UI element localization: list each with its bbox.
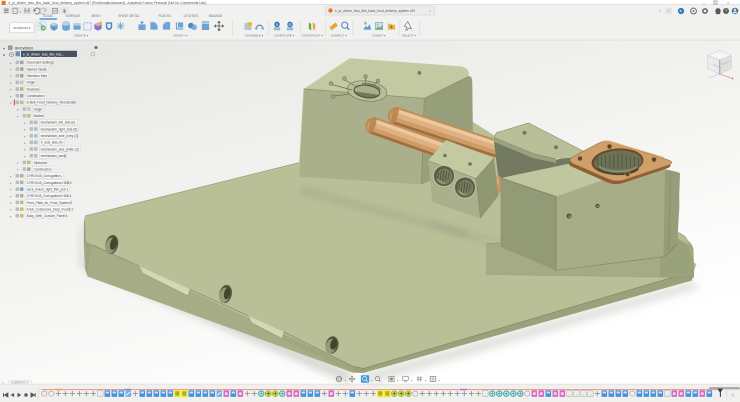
- svg-text:mechanism_axle_(very (2): mechanism_axle_(very (2): [41, 134, 79, 138]
- svg-text:SELECT ▾: SELECT ▾: [402, 33, 416, 37]
- svg-text:Named Views: Named Views: [27, 67, 47, 71]
- svg-text:BROWSER: BROWSER: [15, 46, 34, 50]
- svg-text:CONSTRUCT ▾: CONSTRUCT ▾: [302, 33, 324, 37]
- svg-text:PLASTIC: PLASTIC: [158, 14, 172, 18]
- svg-text:mechanism_left_side (b): mechanism_left_side (b): [41, 121, 76, 125]
- svg-text:CONFIGURE ▾: CONFIGURE ▾: [274, 33, 295, 37]
- svg-text:e_pi_driven_less_libs_bac...: e_pi_driven_less_libs_bac...: [23, 52, 65, 56]
- svg-text:+: +: [667, 9, 670, 14]
- svg-text:⋮: ⋮: [98, 392, 102, 397]
- svg-text:ASSEMBLE ▾: ASSEMBLE ▾: [245, 33, 264, 37]
- svg-text:mechanism_right_side (5): mechanism_right_side (5): [41, 127, 78, 131]
- svg-text:⋮: ⋮: [588, 392, 592, 397]
- svg-text:COMMENTS 0: COMMENTS 0: [11, 381, 29, 385]
- svg-text:neck_mount_right_thin_pcb 1: neck_mount_right_thin_pcb 1: [27, 187, 69, 191]
- svg-text:Knob_Customore_Duty_Funds:1: Knob_Customore_Duty_Funds:1: [27, 207, 74, 211]
- svg-text:e_pi_driven_less_libs_back_fon: e_pi_driven_less_libs_back_fond_delivery…: [9, 1, 207, 5]
- svg-text:◂: ◂: [3, 47, 5, 51]
- svg-text:MODIFY ▾: MODIFY ▾: [174, 33, 188, 37]
- svg-text:⋮: ⋮: [483, 392, 487, 397]
- svg-text:e_pi_driven_less_libs_back_fon: e_pi_driven_less_libs_back_fond_delivery…: [335, 9, 415, 13]
- svg-text:↻: ↻: [679, 9, 683, 14]
- svg-text:mechanism_back): mechanism_back): [41, 154, 67, 158]
- svg-text:Bodies: Bodies: [34, 114, 44, 118]
- svg-text:D-Belt_Fond_Delivery_Mechanism: D-Belt_Fond_Delivery_Mechanism: [27, 101, 77, 105]
- svg-text:SHEET METAL: SHEET METAL: [118, 14, 140, 18]
- svg-text:INSERT ▾: INSERT ▾: [372, 33, 386, 37]
- svg-text:Fond_Plate_for_Fond_System:1: Fond_Plate_for_Fond_System:1: [27, 201, 73, 205]
- svg-text:Construction: Construction: [34, 167, 52, 171]
- svg-text:UTILITIES: UTILITIES: [184, 14, 199, 18]
- svg-text:Origin: Origin: [34, 107, 43, 111]
- svg-text:mechanism_axis_(knife (3): mechanism_axis_(knife (3): [41, 147, 79, 151]
- svg-text:✎: ✎: [2, 381, 5, 385]
- svg-text:⋮: ⋮: [567, 392, 571, 397]
- svg-text:X_axis_side (4): X_axis_side (4): [41, 141, 63, 145]
- svg-text:⋮: ⋮: [581, 392, 585, 397]
- svg-text:Sketches: Sketches: [34, 161, 48, 165]
- svg-text:INSPECT ▾: INSPECT ▾: [331, 33, 347, 37]
- svg-text:⋮: ⋮: [665, 392, 669, 397]
- svg-text:MESH: MESH: [91, 14, 101, 18]
- svg-text:CYROX45_Corrugations HDb:1: CYROX45_Corrugations HDb:1: [27, 194, 72, 198]
- svg-text:▾: ▾: [3, 53, 5, 58]
- svg-text:Document Settings: Document Settings: [27, 61, 54, 65]
- svg-text:3D DESIGN ▾: 3D DESIGN ▾: [13, 26, 31, 30]
- svg-text:CREATE ▾: CREATE ▾: [74, 33, 89, 37]
- svg-text:Features: Features: [27, 87, 40, 91]
- svg-text:⋮: ⋮: [574, 392, 578, 397]
- svg-text:MANAGE: MANAGE: [209, 14, 223, 18]
- svg-text:Construction: Construction: [27, 94, 45, 98]
- svg-text:Body_Web_Custom_Panel:1: Body_Web_Custom_Panel:1: [27, 214, 68, 218]
- svg-text:SOLID: SOLID: [43, 14, 53, 18]
- svg-text:CYROX45_Corrugattion...: CYROX45_Corrugattion...: [27, 174, 64, 178]
- svg-text:CYROX45_Corrugations HDB:1: CYROX45_Corrugations HDB:1: [27, 181, 72, 185]
- svg-text:SURFACE: SURFACE: [66, 14, 81, 18]
- svg-text:Origin: Origin: [27, 81, 36, 85]
- svg-text:Selection Sets: Selection Sets: [27, 74, 48, 78]
